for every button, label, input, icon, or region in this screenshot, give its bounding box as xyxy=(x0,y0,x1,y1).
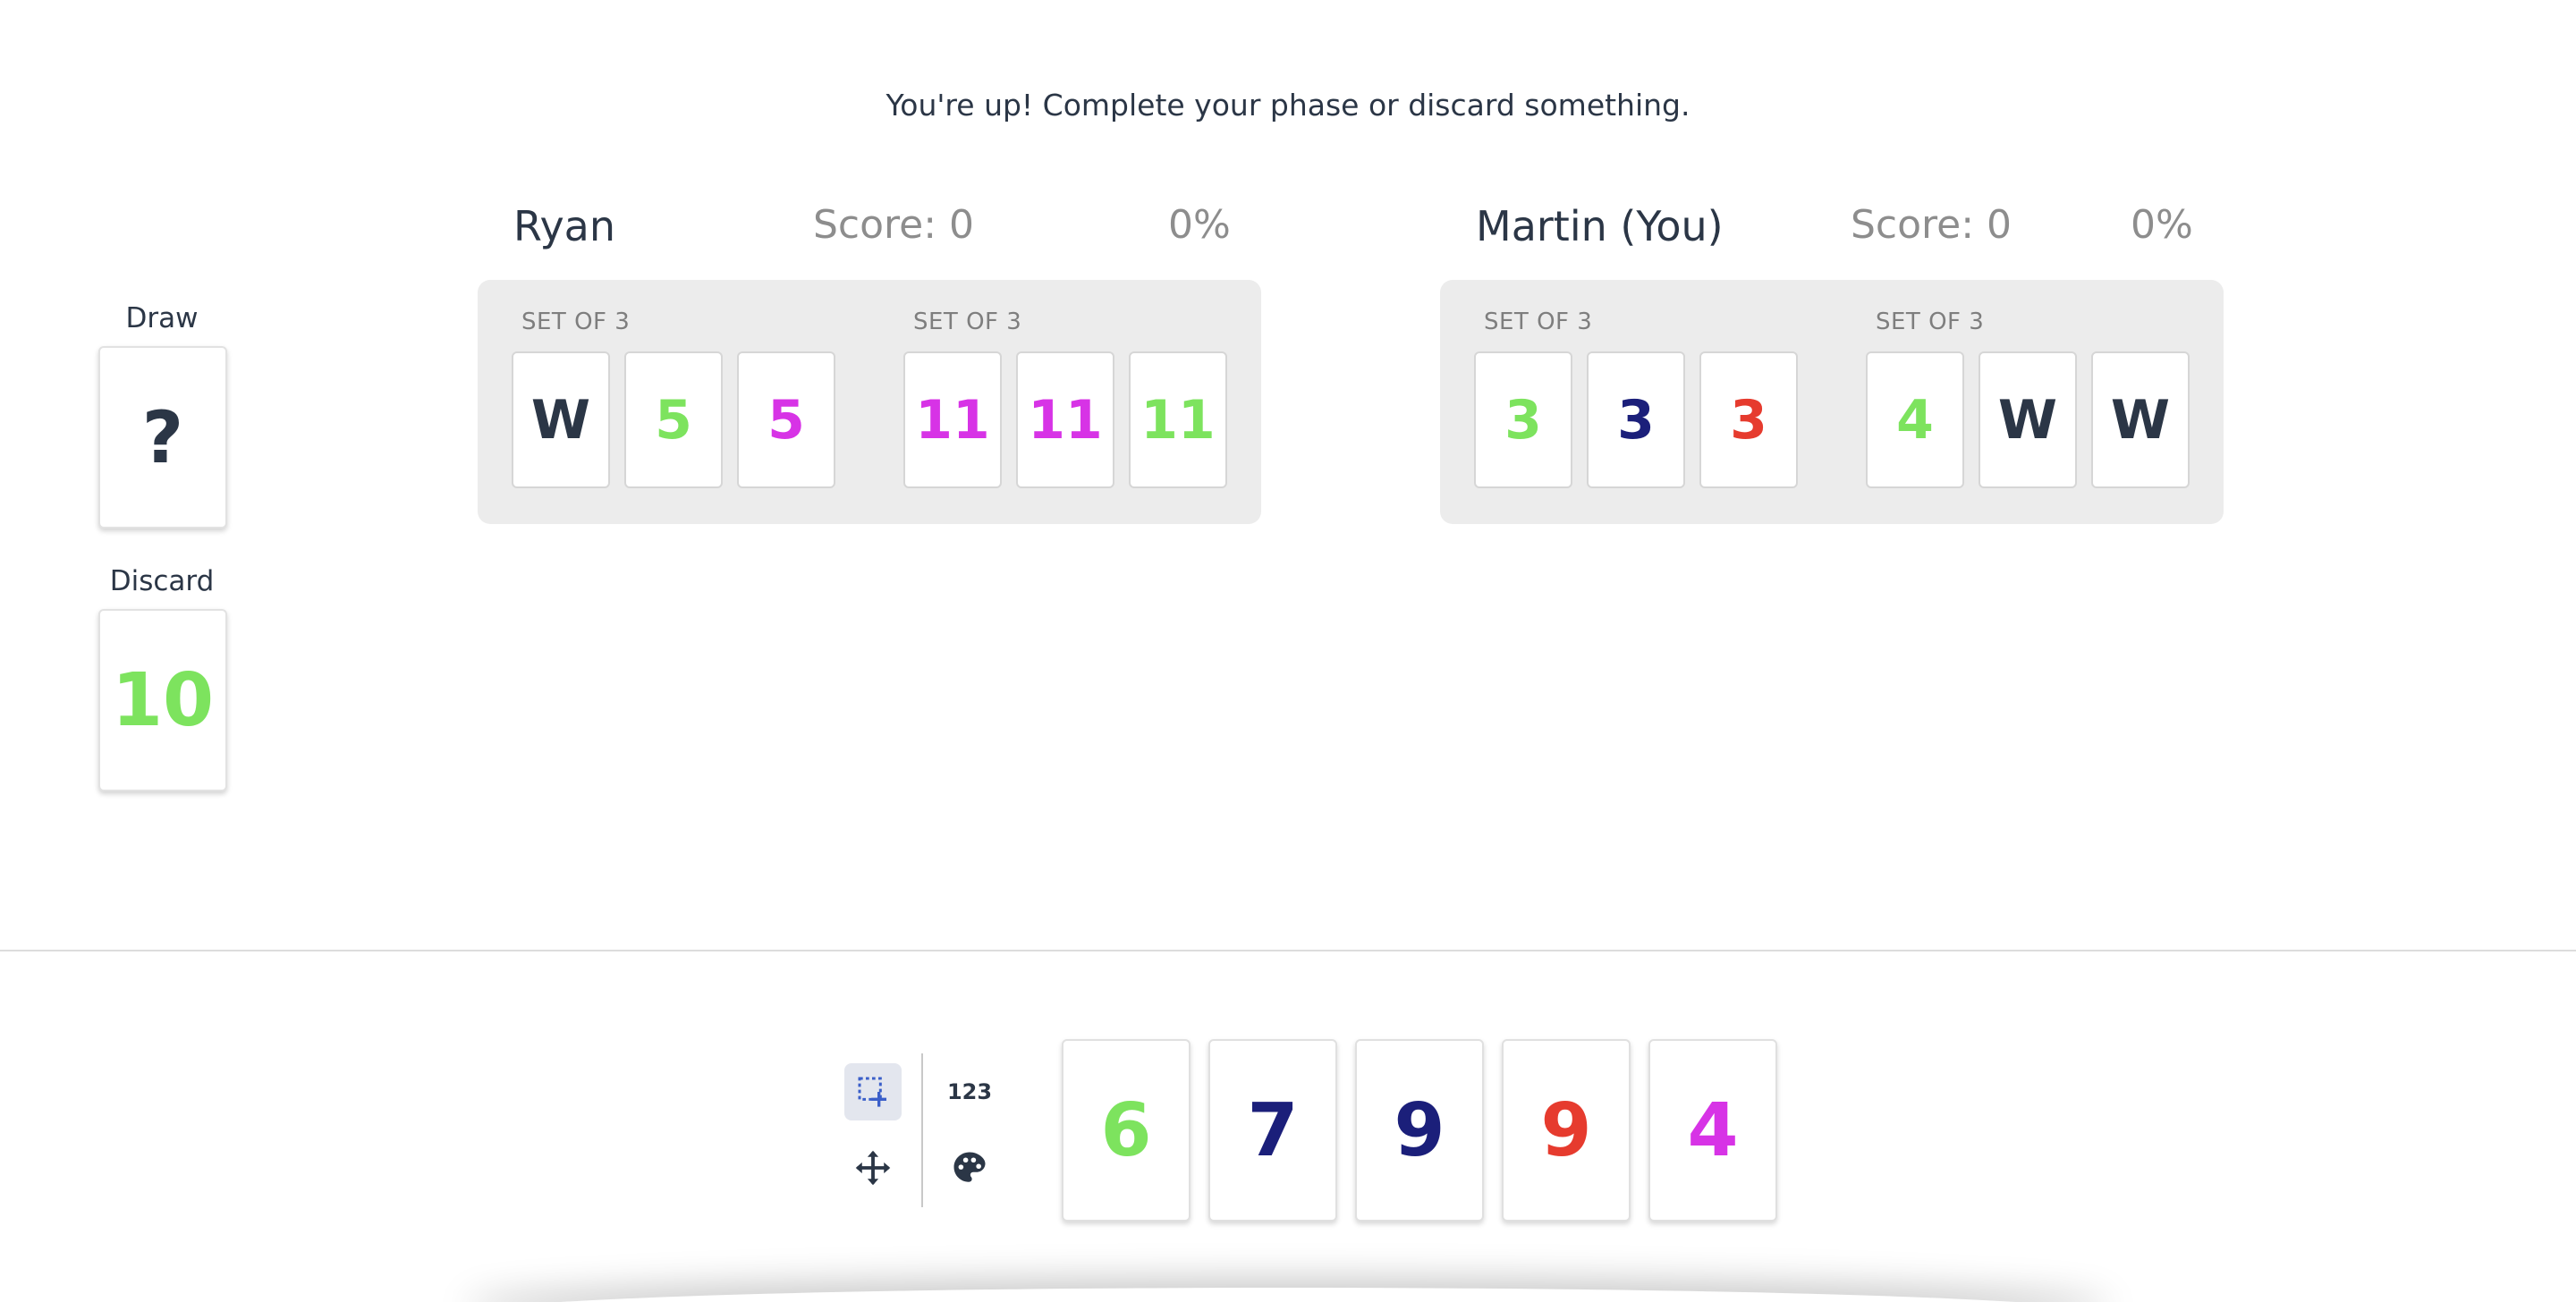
select-tool-button[interactable] xyxy=(844,1063,902,1120)
player-header-ryan: Ryan Score: 0 0% xyxy=(513,202,1231,261)
sort-by-color-button[interactable] xyxy=(941,1139,998,1196)
palette-icon xyxy=(953,1152,986,1182)
phase-group-label: SET OF 3 xyxy=(521,309,631,335)
played-card: 3 xyxy=(1699,351,1798,488)
hand-divider xyxy=(0,950,2576,951)
played-card: W xyxy=(512,351,610,488)
hand-card[interactable]: 9 xyxy=(1502,1039,1631,1222)
toolbar-divider xyxy=(921,1053,923,1207)
bottom-panel-edge xyxy=(465,1288,2111,1302)
played-card: W xyxy=(1979,351,2077,488)
move-arrows-icon xyxy=(855,1150,891,1186)
discard-pile-card[interactable]: 10 xyxy=(98,609,227,791)
player-header-martin: Martin (You) Score: 0 0% xyxy=(1476,202,2193,261)
player-name: Ryan xyxy=(513,202,616,250)
phase-group[interactable]: SET OF 3 4WW xyxy=(1866,309,2190,488)
sort-by-number-button[interactable]: 123 xyxy=(941,1063,998,1120)
played-card: 5 xyxy=(737,351,835,488)
phase-group[interactable]: SET OF 3 11 11 11 xyxy=(903,309,1227,488)
played-card: 11 xyxy=(1016,351,1114,488)
played-card: 11 xyxy=(903,351,1002,488)
played-card: W xyxy=(2091,351,2190,488)
player-name: Martin (You) xyxy=(1476,202,1724,250)
phase-group-label: SET OF 3 xyxy=(1876,309,1985,335)
hand-card[interactable]: 9 xyxy=(1355,1039,1484,1222)
draw-pile-card[interactable]: ? xyxy=(98,346,227,528)
phase-board-ryan: SET OF 3 W 5 5 SET OF 3 11 11 11 xyxy=(478,280,1261,524)
player-progress: 0% xyxy=(2131,202,2193,248)
played-card: 5 xyxy=(624,351,723,488)
move-tool-button[interactable] xyxy=(844,1139,902,1196)
played-card: 3 xyxy=(1587,351,1685,488)
phase-board-martin: SET OF 3 3 3 3 SET OF 3 4WW xyxy=(1440,280,2224,524)
played-card: 3 xyxy=(1474,351,1572,488)
played-card: 11 xyxy=(1129,351,1227,488)
player-hand: 67994 xyxy=(1062,1039,1777,1222)
hand-card[interactable]: 4 xyxy=(1648,1039,1777,1222)
phase-group-label: SET OF 3 xyxy=(913,309,1022,335)
status-message: You're up! Complete your phase or discar… xyxy=(886,88,1690,123)
discard-pile-label: Discard xyxy=(109,565,215,597)
draw-pile-label: Draw xyxy=(125,302,199,334)
phase-group[interactable]: SET OF 3 333 xyxy=(1474,309,1798,488)
phase-group-label: SET OF 3 xyxy=(1484,309,1593,335)
player-score: Score: 0 xyxy=(1851,202,2012,248)
hand-card[interactable]: 6 xyxy=(1062,1039,1191,1222)
select-add-icon xyxy=(858,1077,886,1107)
hand-card[interactable]: 7 xyxy=(1208,1039,1337,1222)
player-progress: 0% xyxy=(1168,202,1231,248)
played-card: 4 xyxy=(1866,351,1964,488)
phase-group[interactable]: SET OF 3 W55 xyxy=(512,309,835,488)
player-score: Score: 0 xyxy=(813,202,975,248)
